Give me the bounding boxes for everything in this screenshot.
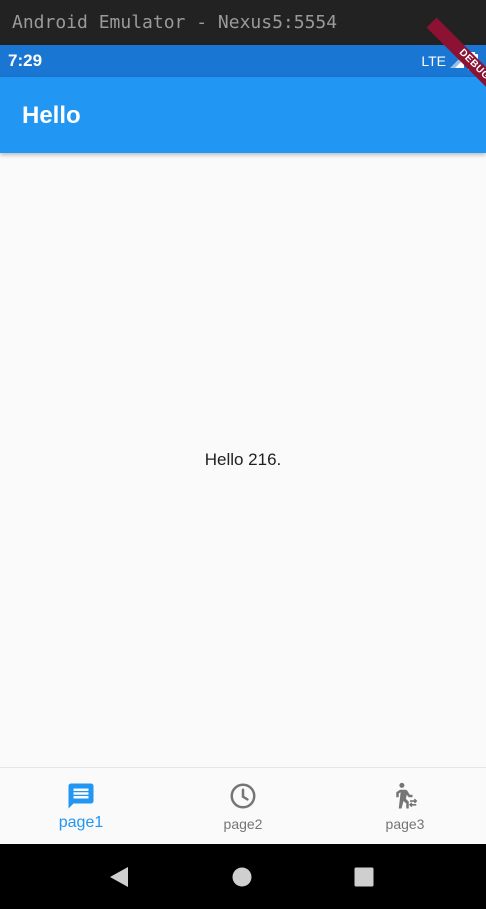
nav-label-page3: page3 xyxy=(385,816,425,832)
back-icon[interactable] xyxy=(108,866,130,888)
recents-icon[interactable] xyxy=(353,866,375,888)
message-icon xyxy=(68,783,94,809)
system-navigation-bar xyxy=(0,844,486,909)
clock-icon xyxy=(230,783,256,809)
app-bar: Hello xyxy=(0,77,486,153)
status-bar: 7:29 LTE xyxy=(0,45,486,77)
app-bar-title: Hello xyxy=(22,102,81,129)
nav-item-page1[interactable]: page1 xyxy=(0,768,162,844)
nav-label-page1: page1 xyxy=(58,814,104,831)
bottom-navigation-bar: page1 page2 page3 xyxy=(0,767,486,844)
network-type: LTE xyxy=(421,53,446,69)
body-message: Hello 216. xyxy=(204,450,282,469)
nav-label-page2: page2 xyxy=(223,816,263,832)
emulator-window-title: Android Emulator - Nexus5:5554 xyxy=(0,0,486,45)
home-icon[interactable] xyxy=(231,866,253,888)
status-time: 7:29 xyxy=(8,51,43,70)
nav-item-page3[interactable]: page3 xyxy=(324,768,486,844)
walk-icon xyxy=(396,782,418,809)
nav-item-page2[interactable]: page2 xyxy=(162,768,324,844)
